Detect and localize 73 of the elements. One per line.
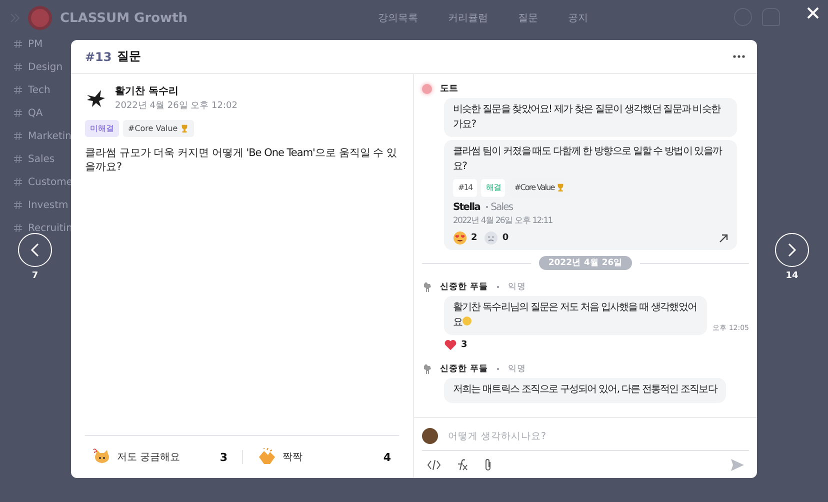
star-eyes-emoji-icon <box>453 231 467 246</box>
sad-face-icon <box>484 231 498 246</box>
hash-icon <box>14 132 22 140</box>
curious-cat-icon <box>93 448 111 466</box>
similar-question-author: Stella Sales <box>453 200 514 215</box>
reaction-count: 0 <box>502 232 508 245</box>
trophy-icon <box>556 183 566 192</box>
bot-message: 비슷한 질문을 찾았어요! 제가 찾은 질문이 생각했던 질문과 비슷한가요? <box>444 98 737 137</box>
chevron-left-icon <box>30 243 40 257</box>
date-divider: 2022년 4월 26일 <box>539 256 632 270</box>
commenter-name: 신중한 푸들 <box>440 363 488 376</box>
tag-chip: #14 <box>453 179 478 197</box>
code-icon[interactable] <box>427 460 441 470</box>
similar-question-time: 2022년 4월 26일 오후 12:11 <box>453 215 554 228</box>
comment-input[interactable]: 어떻게 생각하시나요? <box>446 430 749 442</box>
commenter-name: 신중한 푸들 <box>440 281 488 294</box>
hash-icon <box>14 155 22 163</box>
workspace-name: CLASSUM Growth <box>60 10 189 26</box>
reaction-count: 2 <box>471 232 476 245</box>
anonymous-label: 익명 <box>508 363 526 376</box>
next-button[interactable] <box>775 233 809 267</box>
hash-icon <box>14 40 22 48</box>
trophy-icon <box>180 124 189 133</box>
channel-item[interactable]: Sales <box>28 154 55 164</box>
bot-name: 도트 <box>440 83 458 95</box>
previous-button[interactable] <box>18 233 52 267</box>
hash-icon <box>14 224 22 232</box>
tag-chip: #Core Value <box>123 120 194 137</box>
channel-item[interactable]: Recruitin <box>28 222 72 234</box>
dialog-title: 질문 <box>116 48 142 65</box>
channel-item[interactable]: Investm <box>28 200 68 210</box>
tag-chip: 미해결 <box>85 120 119 137</box>
clapping-hands-icon <box>256 448 276 466</box>
more-options-icon[interactable] <box>733 55 745 58</box>
bot-avatar-icon <box>422 84 432 94</box>
similar-question-title: 클라썸 팀이 커졌을 때도 다함께 한 방향으로 일할 수 방법이 있을까요? <box>453 145 723 174</box>
user-avatar-icon <box>422 428 438 444</box>
hash-icon <box>14 63 22 71</box>
hash-icon <box>14 201 22 209</box>
previous-number: 7 <box>32 271 38 281</box>
hash-icon <box>14 178 22 186</box>
nav-link[interactable]: 커리큘럼 <box>448 11 488 25</box>
nav-link[interactable]: 강의목록 <box>378 11 418 25</box>
nav-link[interactable]: 공지 <box>568 11 588 25</box>
channel-item[interactable]: Custome <box>28 176 72 188</box>
thinking-face-icon <box>462 316 472 326</box>
question-number: #13 <box>85 50 112 64</box>
hash-icon <box>14 109 22 117</box>
anonymous-label: 익명 <box>508 281 526 294</box>
post-time: 2022년 4월 26일 오후 12:02 <box>115 100 238 112</box>
channel-item[interactable]: Design <box>28 62 63 72</box>
similar-question-card[interactable]: 클라썸 팀이 커졌을 때도 다함께 한 방향으로 일할 수 방법이 있을까요? #14 해결 #Core Value Stella Sales 2022년 4월 26일 오후 12:11 2 0 <box>444 140 737 250</box>
nav-link[interactable]: 질문 <box>518 11 538 25</box>
paperclip-icon[interactable] <box>483 458 493 472</box>
heart-icon <box>444 339 457 352</box>
channel-item[interactable]: Tech <box>28 84 50 96</box>
chevron-right-icon <box>787 243 797 257</box>
question-text: 클라썸 규모가 더욱 커지면 어떻게 'Be One Team'으로 움직일 수 있을까요? <box>85 146 398 174</box>
tag-chip: 해결 <box>481 179 506 197</box>
channel-item[interactable]: Marketin <box>28 130 72 142</box>
arrow-up-right-icon[interactable] <box>719 234 728 243</box>
comment-bubble: 활기찬 독수리님의 질문은 저도 처음 입사했을 때 생각했었어요 <box>444 296 707 336</box>
reaction-button[interactable]: 저도 궁금해요 3 <box>89 448 232 466</box>
logo-icon <box>28 6 52 30</box>
channel-item[interactable]: PM <box>28 38 43 50</box>
next-number: 14 <box>786 271 798 281</box>
channel-item[interactable]: QA <box>28 108 43 118</box>
reaction-button[interactable]: 짝짝 4 <box>252 448 395 466</box>
hash-icon <box>14 86 22 94</box>
comment-bubble: 저희는 매트릭스 조직으로 구성되어 있어, 다른 전통적인 조직보다 <box>444 378 726 403</box>
author-name: 활기찬 독수리 <box>115 85 180 98</box>
formula-icon[interactable] <box>455 458 469 470</box>
reaction-count: 3 <box>461 340 468 350</box>
